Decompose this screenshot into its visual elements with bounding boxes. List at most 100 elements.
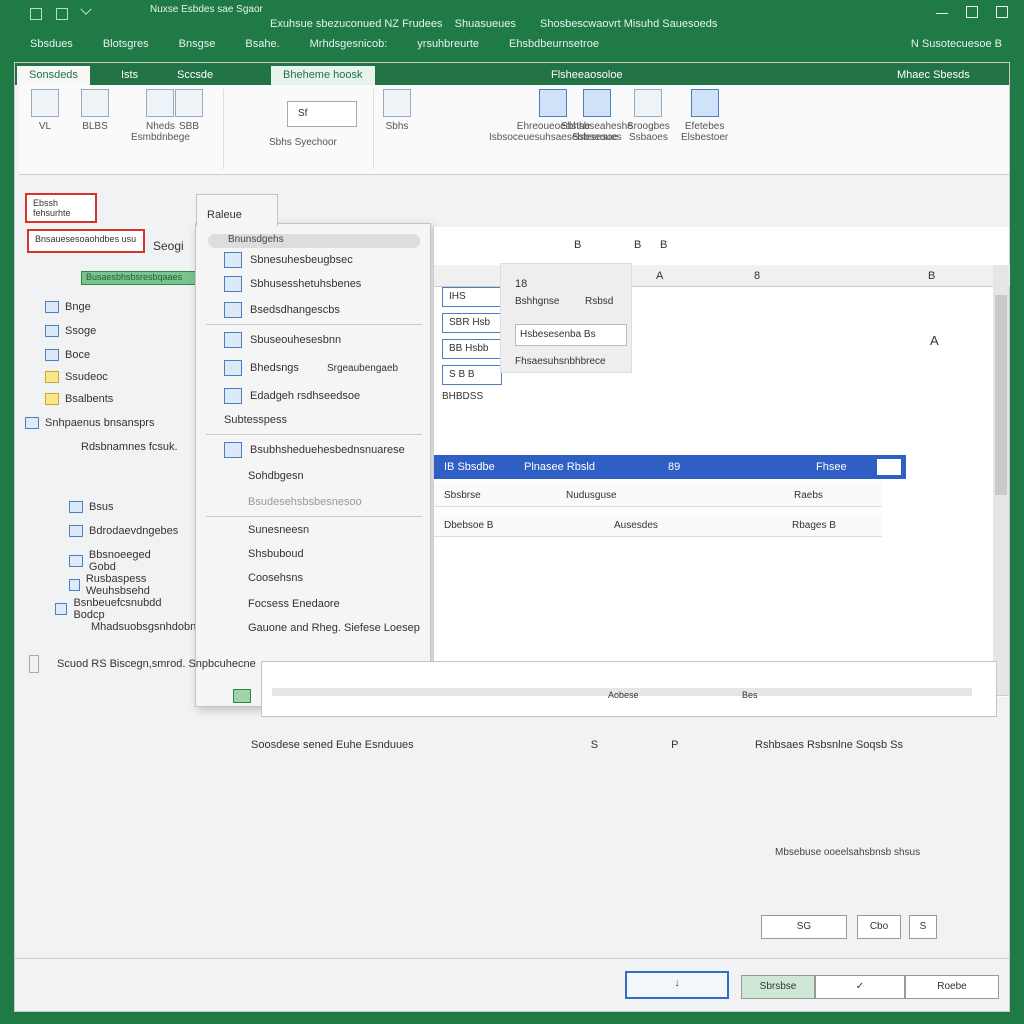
cell-footer: BHBDSS — [442, 391, 484, 402]
ribbon-group-style[interactable]: Sbhs Syechoor — [269, 137, 337, 148]
maximize-icon[interactable] — [966, 6, 978, 18]
cell[interactable]: S B B — [442, 365, 502, 385]
ribbon-group-layout[interactable]: SBB — [175, 89, 203, 132]
undo-icon[interactable] — [56, 8, 68, 20]
chevron-down-icon[interactable] — [80, 3, 92, 15]
menu-item[interactable]: Bsedsdhangescbs — [224, 302, 340, 318]
menu-item[interactable]: Blotsgres — [103, 38, 149, 58]
menu-item[interactable]: Bsubhsheduehesbednsnuarese — [224, 442, 405, 458]
tab-home[interactable]: Sonsdeds — [17, 66, 90, 85]
tab-theme-book[interactable]: Bheheme hoosk — [271, 66, 375, 85]
ribbon-group-view[interactable]: Sbhsbseaheshe Ssbseoues — [561, 89, 633, 143]
highlighted-option-top[interactable]: Ebssh fehsurhte — [25, 193, 97, 223]
cell[interactable]: IHS — [442, 287, 502, 307]
menu-item[interactable]: Bhedsngs Srgeaubengaeb — [224, 360, 398, 376]
menu-item[interactable]: Sohdbgesn — [248, 470, 304, 482]
column-header[interactable]: 8 — [754, 270, 760, 282]
callout-number: 18 — [515, 278, 528, 290]
cancel-button[interactable]: Roebe — [905, 975, 999, 999]
ribbon-small-label: SBB — [178, 121, 199, 132]
menu-item[interactable]: Focsess Enedaore — [248, 598, 340, 610]
tree-item[interactable]: Bsus — [69, 501, 113, 513]
row-end-cell[interactable] — [876, 458, 902, 476]
menu-item-disabled: Bsudesehsbsbesnesoo — [248, 496, 362, 508]
cell[interactable]: SBR Hsb — [442, 313, 502, 333]
scrollbar-thumb[interactable] — [995, 295, 1007, 495]
table-row[interactable]: Dbebsoe B Ausesdes Rbages B — [434, 513, 882, 537]
status-line: Scuod RS Biscegn,smrod. Snpbcuhecne — [29, 655, 256, 673]
column-header[interactable]: B — [928, 270, 935, 282]
formula-bar[interactable]: Aobese Bes — [261, 661, 997, 717]
window-subtitle: Shosbescwaovrt Misuhd Sauesoeds — [540, 18, 718, 30]
green-selected-row[interactable]: Busaesbhsbsresbqaaes — [81, 271, 201, 285]
ok-button[interactable]: ↓ — [625, 971, 729, 999]
window-title: Exuhsue sbezuconued NZ Frudees Shuasueue… — [270, 18, 516, 30]
tree-item[interactable]: Bsalbents — [45, 393, 113, 405]
menu-item[interactable]: Sbhusesshetuhsbenes — [224, 276, 361, 292]
apply-button[interactable]: Sbrsbse — [741, 975, 815, 999]
tree-item[interactable]: Ssudeoc — [45, 371, 108, 383]
menu-item[interactable]: Ehsbdbeurnsetroe — [509, 38, 599, 58]
cursor-icon: ↓ — [674, 978, 680, 989]
tree-item[interactable]: Rdsbnamnes fcsuk. — [81, 441, 178, 453]
document-title: Nuxse Esbdes sae Sgaor — [150, 4, 263, 15]
tree-item[interactable]: Ssoge — [45, 325, 96, 337]
ribbon-group-format[interactable]: BLBS — [81, 89, 109, 132]
account-name[interactable]: N Susotecuesoe B — [911, 38, 1002, 50]
divider — [206, 324, 422, 325]
tab-scale[interactable]: Sccsde — [165, 66, 225, 85]
tree-item[interactable]: Snhpaenus bnsansprs — [25, 417, 154, 429]
tree-item[interactable]: Rusbaspess Weuhsbsehd — [69, 573, 180, 597]
font-size-input[interactable]: Sf — [287, 101, 357, 127]
check-button[interactable]: ✓ — [815, 975, 905, 999]
tree-item[interactable]: Bbsnoeeged Gobd — [69, 549, 180, 573]
callout-field[interactable]: Hsbesesenba Bs — [515, 324, 627, 346]
minimize-icon[interactable] — [936, 6, 948, 14]
menu-item[interactable]: Sbuseouhesesbnn — [224, 332, 341, 348]
menu-item[interactable]: Sbnesuhesbeugbsec — [224, 252, 353, 268]
highlighted-option-bottom[interactable]: Bnsauesesoaohdbes usu — [27, 229, 145, 253]
vertical-scrollbar[interactable] — [993, 265, 1009, 695]
close-icon[interactable] — [996, 6, 1008, 18]
sheet-icon — [69, 501, 83, 513]
menu-header[interactable]: Raleue — [196, 194, 278, 226]
tree-item[interactable]: Mhadsuobsgsnhdobn — [91, 621, 196, 633]
table-row[interactable]: Sbsbrse Nudusguse Raebs — [434, 483, 882, 507]
menu-item[interactable]: Bnsgse — [179, 38, 216, 58]
info-text-left: Soosdese sened Euhe Esnduues S P — [251, 739, 679, 751]
menu-item[interactable]: Shsbuboud — [248, 548, 304, 560]
tab-more[interactable]: Mhaec Sbesds — [885, 66, 982, 85]
menu-item[interactable]: Bsahe. — [245, 38, 279, 58]
tree-item[interactable]: Bnge — [45, 301, 91, 313]
menu-item[interactable]: Subtesspess — [224, 414, 287, 426]
menu-item[interactable]: Coosehsns — [248, 572, 303, 584]
menu-item[interactable]: Edadgeh rsdhseedsoe — [224, 388, 360, 404]
tree-item[interactable]: Boce — [45, 349, 90, 361]
tree-item[interactable]: Bdrodaevdngebes — [69, 525, 178, 537]
cell[interactable]: BB Hsbb — [442, 339, 502, 359]
tree-item[interactable]: Bsnbeuefcsnubdd Bodcp — [55, 597, 180, 621]
tab-flash[interactable]: Flsheeaosoloe — [539, 66, 635, 85]
sheet-icon[interactable] — [233, 689, 251, 703]
ribbon-group-paste[interactable]: VL — [31, 89, 59, 132]
tab-lists[interactable]: Ists — [109, 66, 150, 85]
menu-item[interactable]: yrsuhbreurte — [417, 38, 479, 58]
column-header[interactable]: A — [656, 270, 663, 282]
sheet-icon — [45, 325, 59, 337]
menu-item[interactable]: Mrhdsgesnicob: — [310, 38, 388, 58]
menu-item[interactable]: Gauone and Rheg. Siefese Loesep — [248, 622, 420, 634]
menu-search[interactable]: Bnunsdgehs — [208, 234, 420, 248]
sheet-icon — [45, 349, 59, 361]
option-button[interactable]: Cbo — [857, 915, 901, 939]
dialog-window: Sonsdeds Ists Sccsde Bheheme hoosk Flshe… — [14, 62, 1010, 1012]
save-icon[interactable] — [30, 8, 42, 20]
table-row-selected[interactable]: IB Sbsdbe Plnasee Rbsld 89 Fhsee — [434, 455, 906, 479]
ribbon-group-filter[interactable]: Efetebes Elsbestoer — [681, 89, 728, 143]
ribbon-group-sort[interactable]: Sroogbes Ssbaoes — [627, 89, 670, 143]
option-button[interactable]: S — [909, 915, 937, 939]
ribbon-group-insert[interactable]: Sbhs — [383, 89, 411, 132]
option-button[interactable]: SG — [761, 915, 847, 939]
worksheet[interactable]: B B B A 8 B IHS SBR Hsb BB Hsbb S B B BH… — [433, 227, 1010, 697]
menu-item[interactable]: Sunesneesn — [248, 524, 309, 536]
menu-item[interactable]: Sbsdues — [30, 38, 73, 58]
